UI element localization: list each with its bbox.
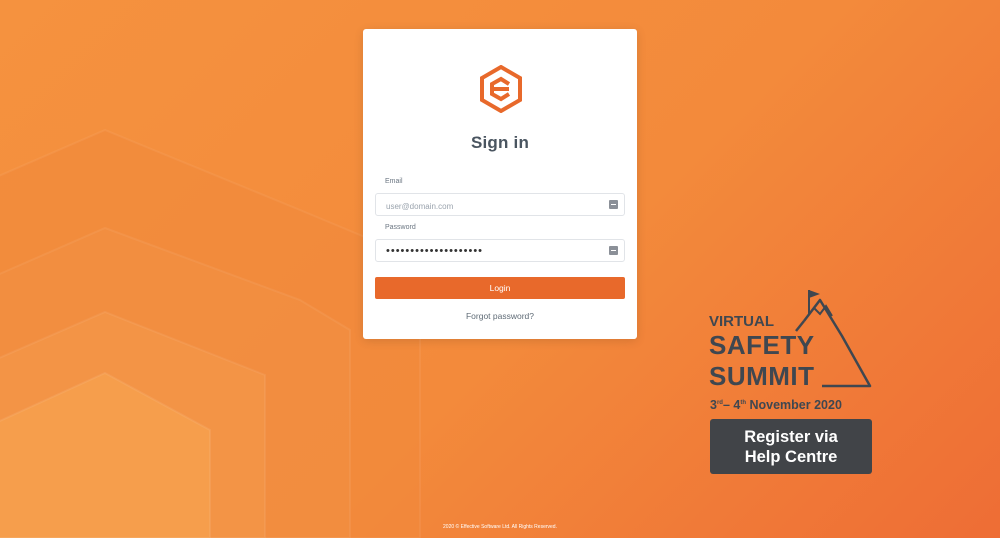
password-field[interactable] bbox=[384, 242, 598, 260]
page-title: Sign in bbox=[470, 133, 530, 152]
login-button[interactable]: Login bbox=[375, 277, 625, 299]
promo-date-separator: – bbox=[722, 398, 734, 412]
password-field-container bbox=[375, 239, 625, 262]
promo-start-day: 3 bbox=[710, 398, 717, 412]
email-field[interactable] bbox=[384, 197, 598, 215]
sign-in-card: Sign in Email Password Login Forgot pass… bbox=[363, 29, 637, 339]
logo-icon bbox=[480, 65, 522, 113]
promo-dates: 3rd– 4th November 2020 bbox=[710, 398, 842, 412]
email-label: Email bbox=[385, 178, 403, 185]
promo-month-year: November 2020 bbox=[746, 398, 842, 412]
register-line-2: Help Centre bbox=[744, 448, 838, 466]
register-line-1: Register via bbox=[744, 428, 838, 446]
footer-copyright: 2020 © Effective Software Ltd. All Right… bbox=[443, 524, 557, 530]
safety-summit-promo: VIRTUAL SAFETY SUMMIT 3rd– 4th November … bbox=[700, 288, 880, 478]
email-field-container bbox=[375, 193, 625, 216]
autofill-icon[interactable] bbox=[609, 200, 618, 209]
password-label: Password bbox=[385, 224, 416, 231]
promo-safety: SAFETY bbox=[709, 330, 815, 360]
register-button[interactable]: Register via Help Centre bbox=[710, 419, 872, 474]
forgot-password-link[interactable]: Forgot password? bbox=[363, 311, 637, 321]
promo-summit: SUMMIT bbox=[709, 361, 815, 391]
autofill-icon[interactable] bbox=[609, 246, 618, 255]
promo-virtual: VIRTUAL bbox=[709, 313, 774, 330]
